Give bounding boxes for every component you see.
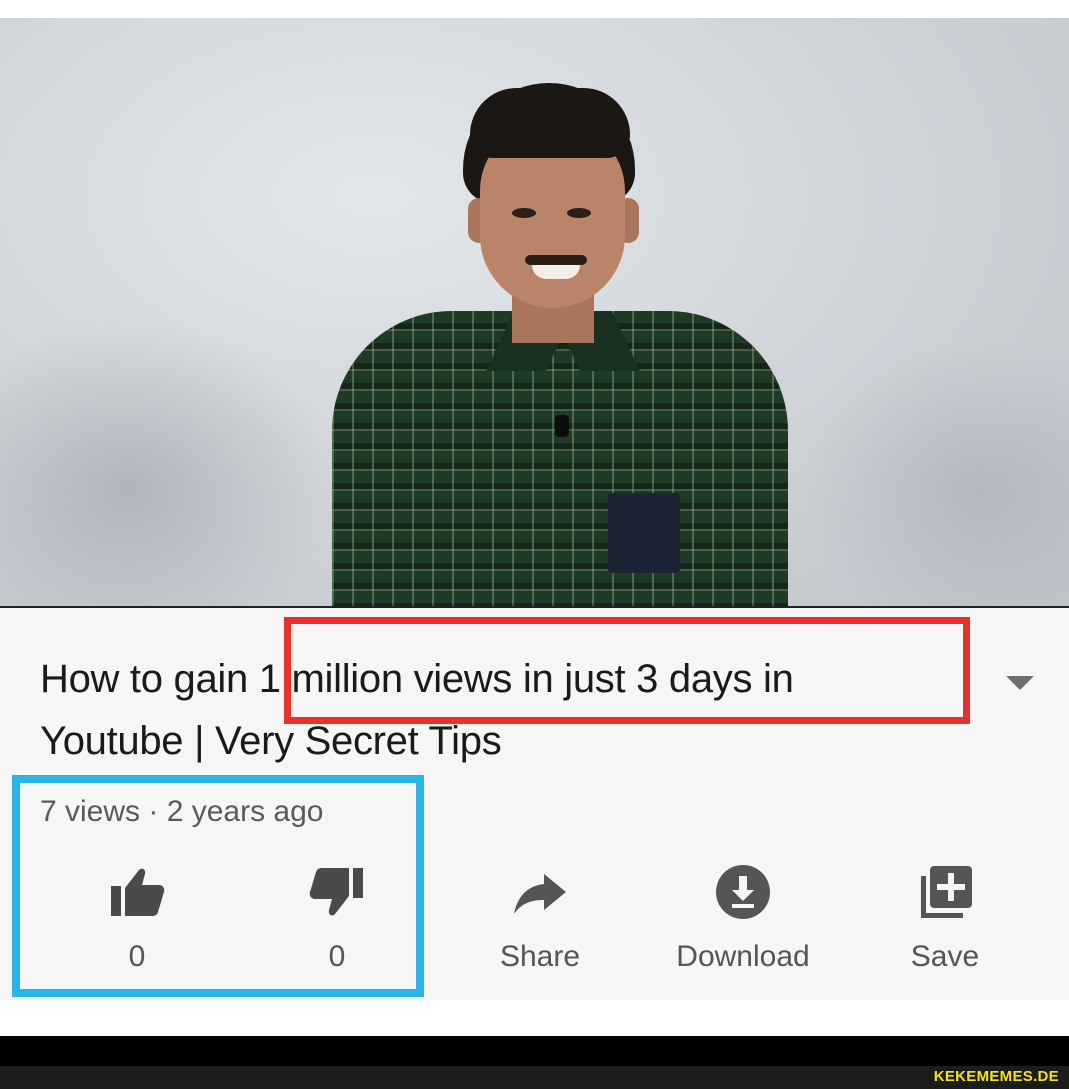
bottom-spacer bbox=[0, 1000, 1069, 1036]
chevron-down-icon bbox=[1006, 676, 1034, 690]
download-button[interactable]: Download bbox=[658, 860, 828, 990]
smile bbox=[532, 265, 580, 279]
save-button[interactable]: Save bbox=[860, 860, 1030, 990]
share-button[interactable]: Share bbox=[455, 860, 625, 990]
eye-right bbox=[567, 208, 591, 218]
lapel-mic bbox=[555, 415, 569, 437]
mustache bbox=[525, 255, 587, 265]
download-label: Download bbox=[676, 940, 810, 973]
plaid-shirt bbox=[332, 311, 788, 608]
add-to-playlist-icon bbox=[921, 866, 972, 918]
expand-description-button[interactable] bbox=[998, 668, 1042, 698]
top-strip bbox=[0, 0, 1069, 18]
watermark: KEKEMEMES.DE bbox=[933, 1068, 1059, 1085]
presenter-figure bbox=[320, 83, 800, 608]
video-thumbnail[interactable] bbox=[0, 18, 1069, 608]
shirt-pocket bbox=[608, 493, 680, 573]
download-icon bbox=[716, 865, 770, 919]
blue-highlight-box bbox=[12, 775, 424, 997]
save-label: Save bbox=[910, 940, 980, 973]
red-highlight-box bbox=[284, 617, 970, 724]
backdrop-shadow-left bbox=[0, 318, 340, 608]
eye-left bbox=[512, 208, 536, 218]
backdrop-shadow-right bbox=[800, 338, 1069, 608]
bottom-watermark-strip bbox=[0, 1066, 1069, 1089]
title-prefix: How to gain bbox=[40, 657, 248, 701]
share-arrow-icon bbox=[514, 874, 566, 914]
hair-top bbox=[470, 88, 630, 158]
share-label: Share bbox=[499, 940, 581, 973]
